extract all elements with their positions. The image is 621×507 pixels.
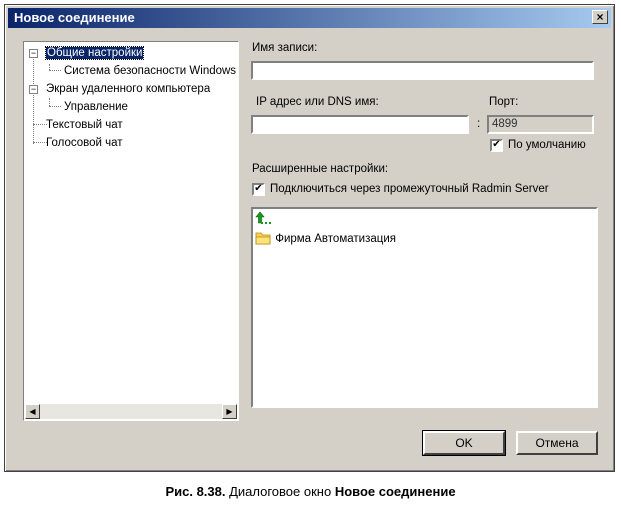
via-server-checkbox[interactable]: ✔ — [252, 183, 265, 196]
record-name-label: Имя записи: — [252, 42, 318, 54]
port-separator: : — [477, 118, 481, 130]
tree-item-general[interactable]: Общие настройки — [44, 46, 145, 60]
default-port-checkbox[interactable]: ✔ — [490, 139, 503, 152]
close-button[interactable]: × — [592, 10, 608, 24]
port-label: Порт: — [489, 96, 519, 108]
ip-label: IP адрес или DNS имя: — [256, 96, 379, 108]
server-list[interactable]: Фирма Автоматизация — [251, 207, 598, 408]
tree-line — [33, 142, 47, 143]
ip-address-input[interactable] — [251, 115, 469, 134]
collapse-icon[interactable]: − — [29, 85, 38, 94]
tree-line — [49, 70, 61, 71]
via-server-label: Подключиться через промежуточный Radmin … — [270, 183, 549, 195]
cancel-button[interactable]: Отмена — [516, 431, 598, 455]
tree-item-label: Общие настройки — [44, 46, 145, 60]
caption-text: Диалоговое окно — [225, 484, 335, 499]
port-input[interactable]: 4899 — [487, 115, 594, 134]
record-name-input[interactable] — [251, 61, 594, 80]
tree-item-remote-screen[interactable]: Экран удаленного компьютера — [46, 82, 210, 96]
tree-line — [33, 124, 47, 125]
list-item[interactable]: Фирма Автоматизация — [255, 231, 396, 247]
horizontal-scrollbar[interactable]: ◀ ▶ — [25, 404, 237, 419]
window-title: Новое соединение — [14, 10, 135, 25]
list-item-label: Фирма Автоматизация — [275, 233, 396, 245]
tree-item-text-chat[interactable]: Текстовый чат — [46, 118, 123, 132]
default-port-label: По умолчанию — [508, 139, 586, 151]
tree-item-windows-security[interactable]: Система безопасности Windows — [64, 64, 236, 78]
tree-line — [33, 56, 34, 144]
caption-name: Новое соединение — [334, 484, 456, 499]
collapse-icon[interactable]: − — [29, 49, 38, 58]
up-level-icon[interactable] — [255, 211, 273, 227]
tree-line — [49, 106, 61, 107]
folder-icon — [255, 232, 271, 245]
caption-prefix: Рис. 8.38. — [165, 484, 226, 499]
title-bar[interactable]: Новое соединение × — [8, 8, 611, 28]
ok-button[interactable]: OK — [422, 430, 506, 456]
scroll-right-button[interactable]: ▶ — [222, 404, 237, 419]
new-connection-dialog: Новое соединение × − Общие настройки Сис… — [4, 4, 615, 472]
advanced-settings-label: Расширенные настройки: — [252, 163, 389, 175]
tree-line — [49, 98, 50, 106]
scroll-left-button[interactable]: ◀ — [25, 404, 40, 419]
tree-item-control[interactable]: Управление — [64, 100, 128, 114]
settings-tree[interactable]: − Общие настройки Система безопасности W… — [23, 41, 239, 421]
tree-item-voice-chat[interactable]: Голосовой чат — [46, 136, 123, 150]
figure-caption: Рис. 8.38. Диалоговое окно Новое соедине… — [0, 484, 621, 499]
